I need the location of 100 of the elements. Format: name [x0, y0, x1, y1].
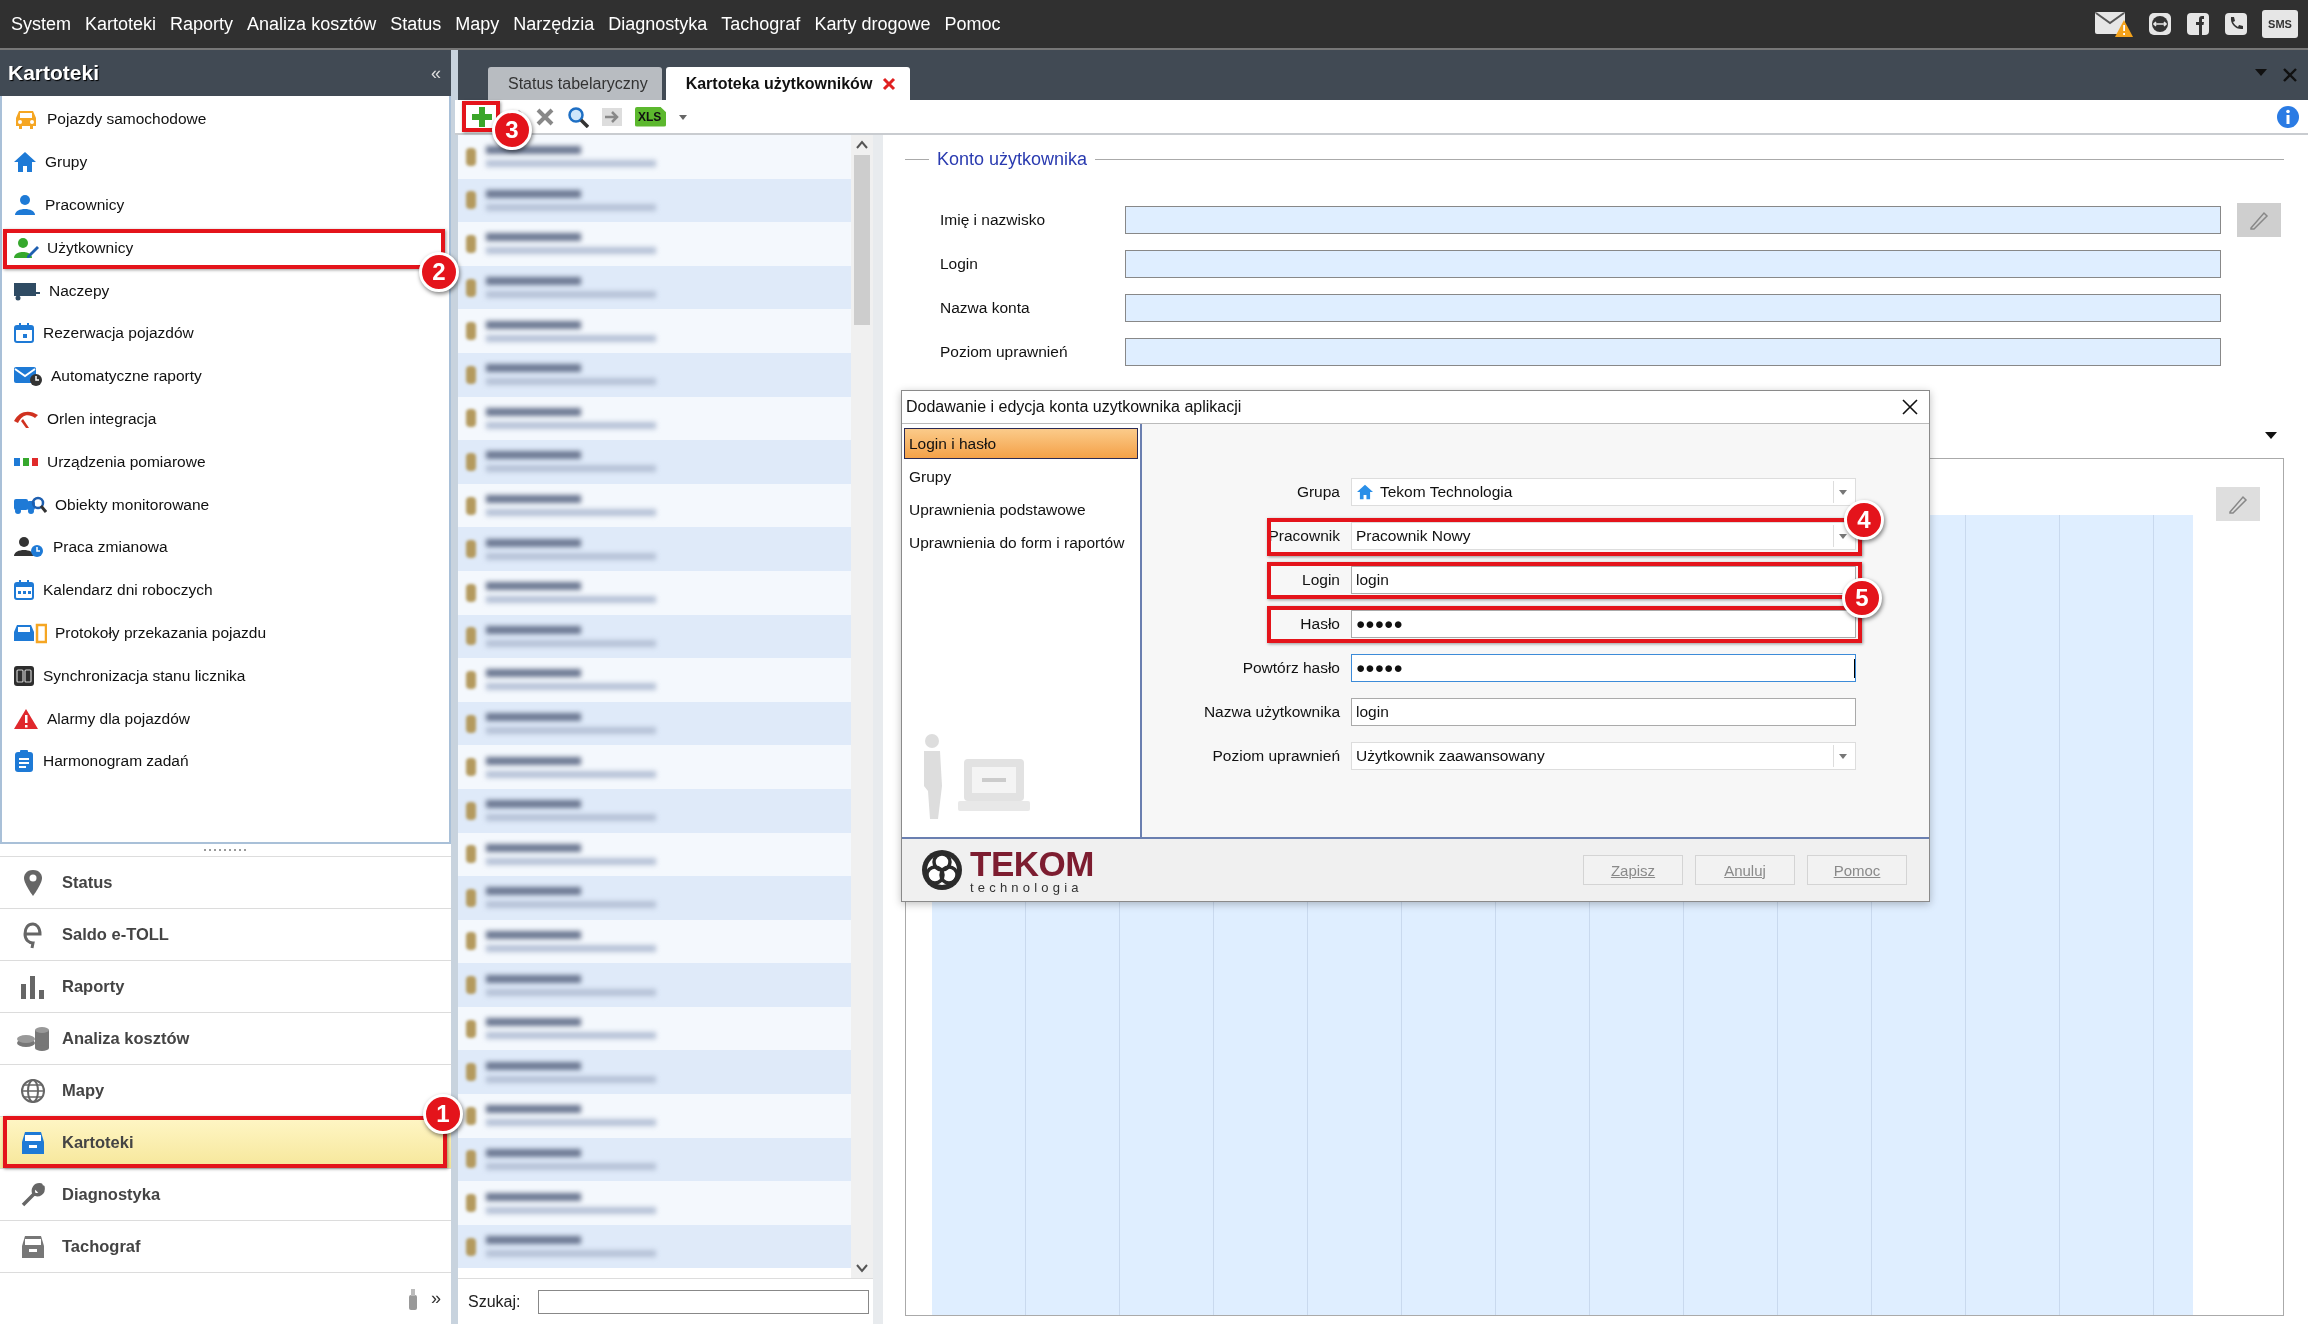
dialog-title: Dodawanie i edycja konta uzytkownika aplikacji: [906, 398, 1242, 416]
sidebar-item[interactable]: Automatyczne raporty: [13, 354, 202, 398]
person-icon: [13, 194, 37, 216]
field-label: Poziom uprawnień: [940, 343, 1069, 361]
input-field[interactable]: login: [1351, 698, 1856, 726]
sidebar-item[interactable]: Praca zmianowa: [13, 525, 168, 569]
tab[interactable]: Status tabelaryczny: [488, 67, 662, 100]
menu-item[interactable]: Karty drogowe: [807, 9, 938, 39]
blurred-list-row[interactable]: [458, 309, 851, 353]
input-field[interactable]: login: [1351, 566, 1856, 594]
blurred-list-row[interactable]: [458, 614, 851, 659]
collapse-button[interactable]: «: [431, 62, 441, 84]
sms-icon[interactable]: SMS: [2262, 10, 2298, 38]
input-field[interactable]: [1125, 250, 2221, 278]
blurred-list-row[interactable]: [458, 1094, 851, 1138]
blurred-list-row[interactable]: [458, 701, 851, 746]
more-button[interactable]: »: [431, 1288, 441, 1309]
panel-title: Kartoteki: [8, 61, 100, 85]
blurred-list-row[interactable]: [458, 178, 851, 223]
sidebar-item[interactable]: Kalendarz dni roboczych: [13, 568, 213, 612]
field-label: Nazwa konta: [940, 299, 1031, 317]
field-label: Hasło: [1299, 615, 1341, 633]
map-pin-icon: [22, 868, 44, 897]
sidebar-item[interactable]: Pracownicy: [13, 183, 125, 227]
sidebar-item[interactable]: Harmonogram zadań: [13, 739, 189, 783]
menu-item[interactable]: Raporty: [163, 9, 241, 39]
car-icon: [13, 108, 39, 131]
caret-icon: [678, 112, 689, 121]
blurred-list-row[interactable]: [458, 658, 851, 702]
dropdown-field[interactable]: Tekom Technologia: [1351, 478, 1856, 506]
menu-item[interactable]: Mapy: [448, 9, 507, 39]
dropdown-field[interactable]: Użytkownik zaawansowany: [1351, 742, 1856, 770]
menu-item[interactable]: Status: [383, 9, 449, 39]
sidebar-item[interactable]: Urządzenia pomiarowe: [13, 440, 206, 484]
scrollbar-thumb[interactable]: [854, 155, 870, 325]
blurred-list-row[interactable]: [458, 570, 851, 615]
menu-item[interactable]: System: [4, 9, 78, 39]
globe-icon: [20, 1077, 46, 1104]
field-label: Poziom uprawnień: [1211, 747, 1341, 765]
blurred-list-row[interactable]: [458, 1137, 851, 1182]
blurred-list-row[interactable]: [458, 483, 851, 528]
blurred-list-row[interactable]: [458, 1006, 851, 1051]
field-label: Nazwa użytkownika: [1202, 703, 1341, 721]
blurred-list-row[interactable]: [458, 963, 851, 1007]
dropdown-field[interactable]: Pracownik Nowy: [1351, 522, 1856, 550]
blurred-list-row[interactable]: [458, 919, 851, 964]
close-icon: [1901, 398, 1919, 416]
input-field[interactable]: [1125, 206, 2221, 234]
input-field[interactable]: [1125, 338, 2221, 366]
menu-item[interactable]: Narzędzia: [506, 9, 602, 39]
menu-item[interactable]: Diagnostyka: [601, 9, 715, 39]
menu-item[interactable]: Kartoteki: [78, 9, 164, 39]
logo-tagline: technologia: [970, 881, 1084, 894]
drawer-icon: [20, 1129, 46, 1156]
sidebar-item[interactable]: Rezerwacja pojazdów: [13, 312, 194, 355]
edit-button[interactable]: [2216, 487, 2260, 521]
tab[interactable]: Kartoteka użytkowników: [665, 67, 911, 100]
facebook-icon: [2186, 12, 2210, 36]
blurred-list-row[interactable]: [458, 1050, 851, 1095]
sidebar-item[interactable]: Grupy: [13, 140, 88, 184]
blurred-list-row[interactable]: [458, 832, 851, 877]
password-field[interactable]: ●●●●●: [1351, 654, 1856, 682]
sidebar-item[interactable]: Naczepy: [13, 269, 110, 312]
bar-chart-icon: [19, 973, 47, 1000]
blurred-list-row[interactable]: [458, 527, 851, 571]
sidebar-item[interactable]: Orlen integracja: [13, 397, 157, 441]
menu-item[interactable]: Tachograf: [714, 9, 808, 39]
edit-button[interactable]: [2237, 203, 2281, 237]
pencil-icon: [2227, 493, 2249, 515]
clipboard-icon: [13, 749, 35, 774]
sidebar-item[interactable]: Alarmy dla pojazdów: [13, 697, 190, 740]
sidebar-item[interactable]: Obiekty monitorowane: [13, 483, 210, 526]
blurred-list-row[interactable]: [458, 352, 851, 397]
menu-item[interactable]: Analiza kosztów: [240, 9, 384, 39]
input-field[interactable]: [1125, 294, 2221, 322]
blurred-list-row[interactable]: [458, 1181, 851, 1225]
dialog-nav-item[interactable]: Uprawnienia podstawowe: [904, 494, 1138, 525]
sidebar-item[interactable]: Synchronizacja stanu licznika: [13, 654, 246, 698]
envelope-clock-icon: [13, 365, 43, 388]
menu-item[interactable]: Pomoc: [937, 9, 1008, 39]
blurred-list-row[interactable]: [458, 745, 851, 789]
dialog-nav-item[interactable]: Grupy: [904, 461, 1138, 492]
blurred-list-row[interactable]: [458, 265, 851, 310]
blurred-list-row[interactable]: [458, 222, 851, 266]
xls-export-button[interactable]: XLS: [635, 106, 667, 127]
blurred-list-row[interactable]: [458, 440, 851, 484]
sidebar-item[interactable]: Użytkownicy: [13, 226, 134, 270]
dropdown-caret-icon: [1838, 752, 1848, 760]
dialog-nav-item[interactable]: Uprawnienia do form i raportów: [904, 527, 1138, 558]
sidebar-item[interactable]: Pojazdy samochodowe: [13, 98, 207, 141]
envelope-warning-icon: [2094, 10, 2134, 38]
dialog-nav-item[interactable]: Login i hasło: [904, 428, 1138, 459]
search-field[interactable]: [538, 1289, 869, 1314]
blurred-list-row[interactable]: [458, 876, 851, 920]
sidebar-item[interactable]: Protokoły przekazania pojazdu: [13, 611, 267, 655]
password-field[interactable]: ●●●●●: [1351, 610, 1856, 638]
blurred-list-row[interactable]: [458, 788, 851, 833]
warning-icon: [13, 707, 39, 730]
blurred-list-row[interactable]: [458, 396, 851, 441]
blurred-list-row[interactable]: [458, 1224, 851, 1269]
